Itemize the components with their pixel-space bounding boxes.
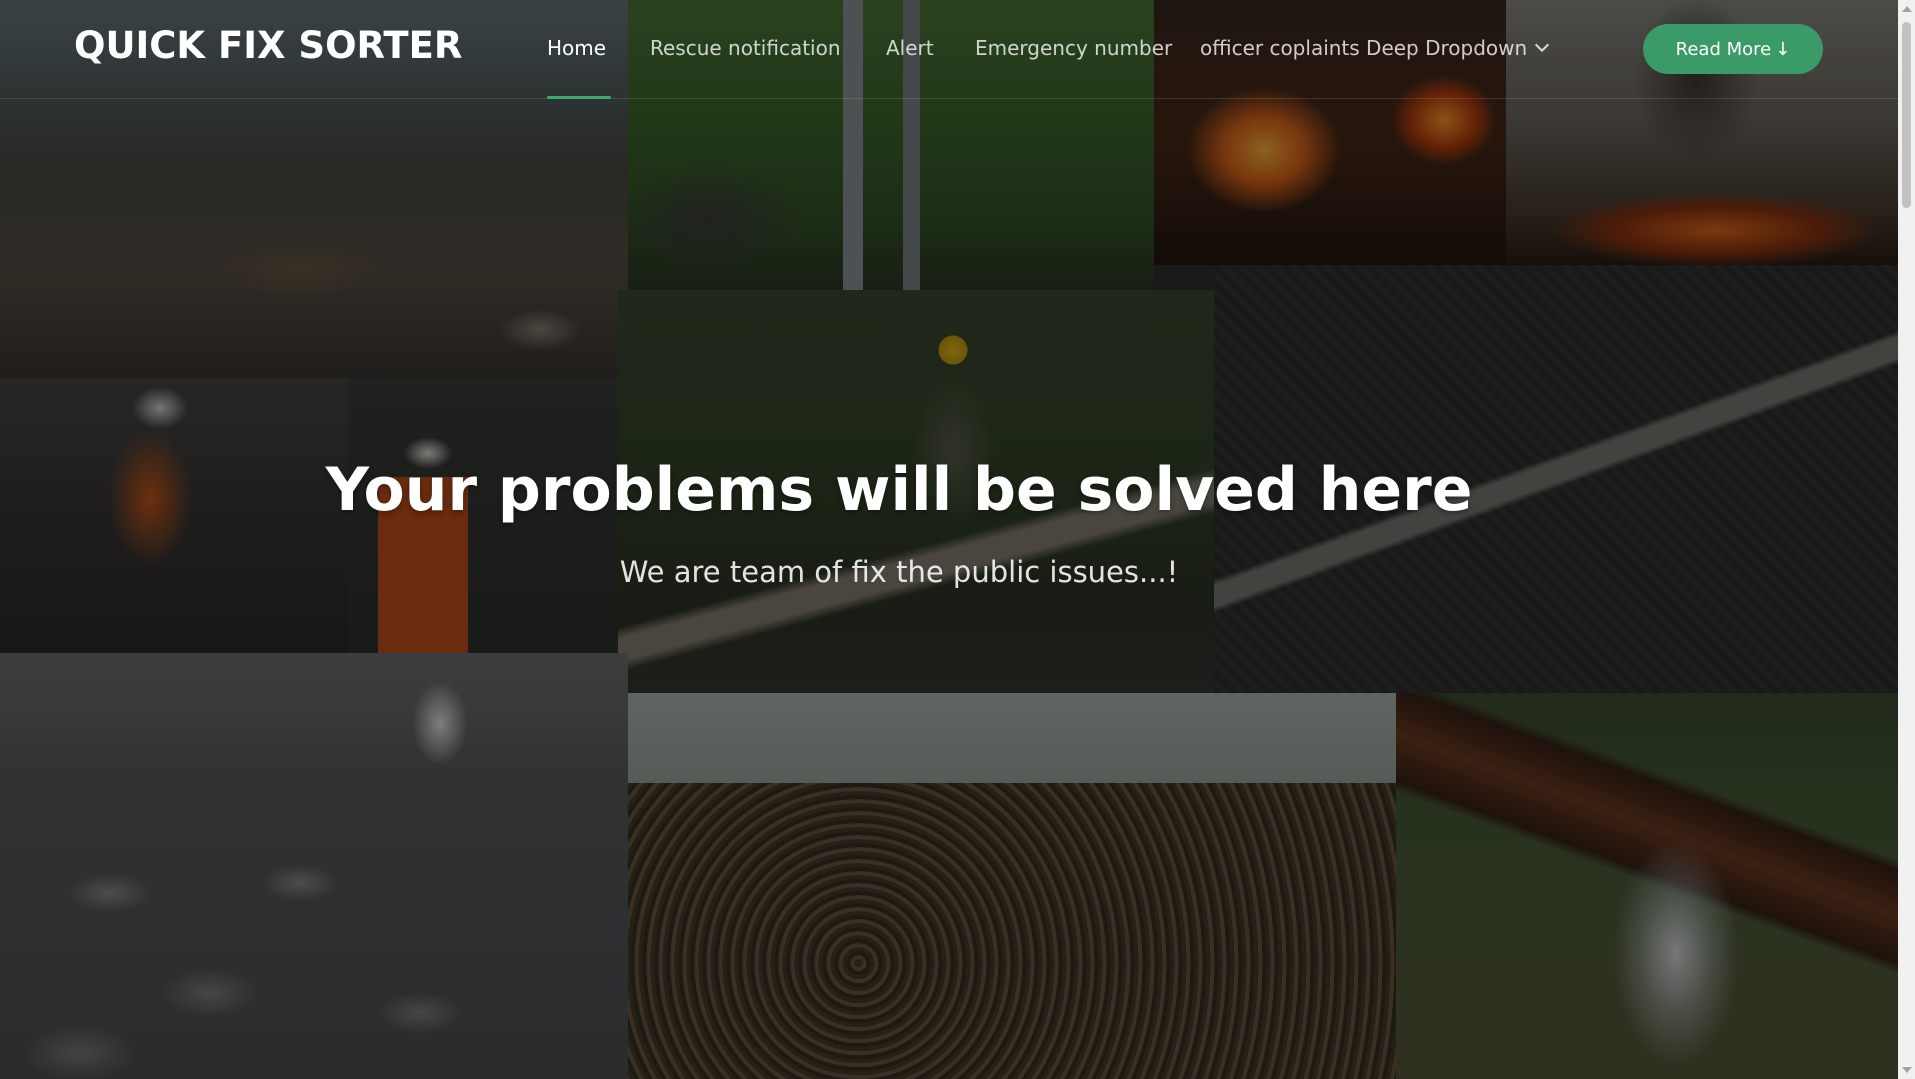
page-scrollbar[interactable] <box>1898 0 1915 1079</box>
nav-item-emergency-number[interactable]: Emergency number <box>975 36 1172 60</box>
bg-image-waterlogged-road <box>0 653 628 1079</box>
site-logo[interactable]: QUICK FIX SORTER <box>74 24 462 67</box>
read-more-button[interactable]: Read More ↓ <box>1643 24 1823 74</box>
scroll-down-arrow-icon[interactable] <box>1902 1067 1912 1073</box>
nav-item-officer-complaints-dropdown[interactable]: officer coplaints Deep Dropdown <box>1200 36 1550 60</box>
chevron-down-icon <box>1535 37 1550 53</box>
active-nav-indicator <box>547 96 611 99</box>
read-more-label: Read More <box>1675 38 1772 60</box>
nav-item-home[interactable]: Home <box>547 36 606 60</box>
page: QUICK FIX SORTER Home Rescue notificatio… <box>0 0 1915 1079</box>
hero-title-text: Your problems will be solved here <box>325 455 1473 525</box>
hero-title: Your problems will be solved here <box>0 455 1898 525</box>
nav-dropdown-label: officer coplaints Deep Dropdown <box>1200 36 1528 60</box>
nav-item-rescue-notification[interactable]: Rescue notification <box>650 36 841 60</box>
hero-subtitle: We are team of fix the public issues...! <box>0 555 1898 589</box>
nav-item-alert[interactable]: Alert <box>886 36 934 60</box>
bg-image-burst-pipe <box>1396 693 1915 1079</box>
scroll-up-arrow-icon[interactable] <box>1902 6 1912 12</box>
site-header: QUICK FIX SORTER Home Rescue notificatio… <box>0 0 1898 99</box>
arrow-down-icon: ↓ <box>1775 38 1791 60</box>
bg-image-garbage-dump <box>628 693 1396 1079</box>
hero-subtitle-text: We are team of fix the public issues...! <box>619 555 1179 589</box>
scroll-thumb[interactable] <box>1902 22 1911 208</box>
